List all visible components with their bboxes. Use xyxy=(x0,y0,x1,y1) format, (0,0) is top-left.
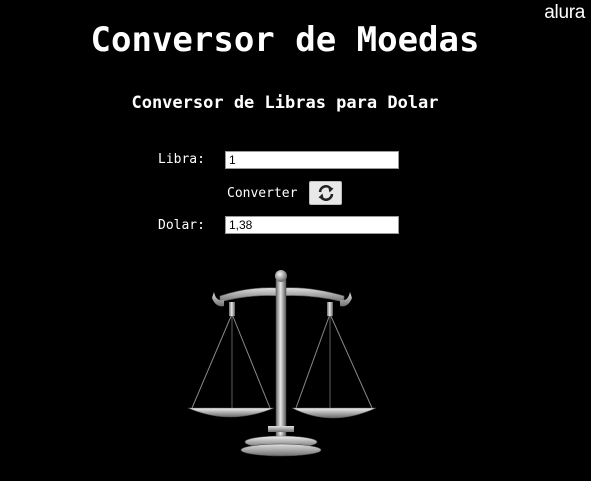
dolar-label: Dolar: xyxy=(158,218,205,233)
convert-label: Converter xyxy=(227,186,298,201)
page-subtitle: Conversor de Libras para Dolar xyxy=(131,93,439,113)
libra-label: Libra: xyxy=(158,152,205,167)
page-title: Conversor de Moedas xyxy=(90,20,480,60)
scale-icon xyxy=(187,270,377,457)
libra-input[interactable] xyxy=(225,151,399,169)
convert-button[interactable] xyxy=(309,181,342,205)
refresh-icon xyxy=(318,185,333,201)
dolar-input[interactable] xyxy=(225,216,399,234)
